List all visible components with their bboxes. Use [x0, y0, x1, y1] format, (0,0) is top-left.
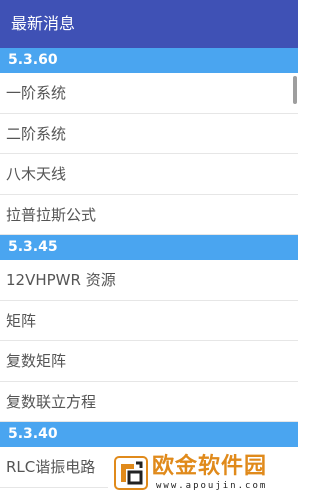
list-item[interactable]: 复数联立方程 — [0, 382, 298, 422]
watermark-title: 欧金软件园 — [152, 454, 268, 479]
watermark-badge: 欧金软件园 www.apoujin.com — [108, 452, 298, 496]
list-item[interactable]: 拉普拉斯公式 — [0, 195, 298, 235]
watermark-subtitle: www.apoujin.com — [156, 481, 268, 491]
list-item[interactable]: 矩阵 — [0, 301, 298, 341]
list-item[interactable]: 一阶系统 — [0, 73, 298, 114]
news-list[interactable]: 5.3.60 一阶系统 二阶系统 八木天线 拉普拉斯公式 5.3.45 12VH… — [0, 48, 298, 488]
title-bar: 最新消息 — [0, 0, 298, 48]
scrollbar-thumb[interactable] — [293, 76, 297, 104]
list-item[interactable]: 12VHPWR 资源 — [0, 260, 298, 301]
page-title: 最新消息 — [11, 14, 76, 33]
version-header: 5.3.40 — [0, 422, 298, 447]
list-item[interactable]: 复数矩阵 — [0, 341, 298, 382]
list-item[interactable]: 八木天线 — [0, 154, 298, 195]
version-header: 5.3.45 — [0, 235, 298, 260]
version-header: 5.3.60 — [0, 48, 298, 73]
list-item[interactable]: 二阶系统 — [0, 114, 298, 154]
app-screen: 最新消息 5.3.60 一阶系统 二阶系统 八木天线 拉普拉斯公式 5.3.45… — [0, 0, 298, 496]
watermark-logo-icon — [114, 456, 148, 490]
